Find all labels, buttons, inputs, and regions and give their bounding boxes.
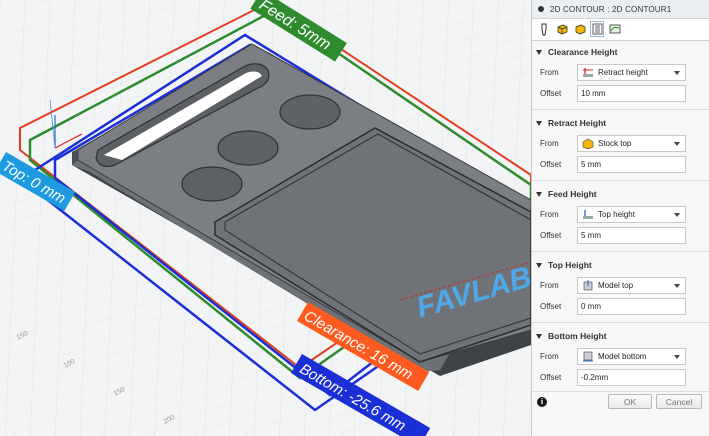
chevron-down-icon <box>674 71 680 75</box>
bottom-from-dropdown[interactable]: Model bottom <box>577 348 686 365</box>
clearance-offset-label: Offset <box>540 89 562 98</box>
top-offset-label: Offset <box>540 302 562 311</box>
tool-tab-icon[interactable] <box>537 21 551 37</box>
top-from-dropdown[interactable]: Model top <box>577 277 686 294</box>
dialog-title-bar[interactable]: 2D CONTOUR : 2D CONTOUR1 <box>532 0 709 19</box>
clearance-from-label: From <box>540 68 559 77</box>
clearance-from-dropdown[interactable]: Retract height <box>577 64 686 81</box>
clearance-height-header[interactable]: Clearance Height <box>536 45 617 59</box>
ok-button[interactable]: OK <box>608 394 652 409</box>
top-from-label: From <box>540 281 559 290</box>
info-icon[interactable]: i <box>537 397 547 407</box>
dialog-title: 2D CONTOUR : 2D CONTOUR1 <box>550 4 672 14</box>
linking-tab-icon[interactable] <box>608 21 622 37</box>
retract-height-icon <box>583 68 593 77</box>
bottom-offset-label: Offset <box>540 373 562 382</box>
divider <box>532 322 709 323</box>
stock-top-icon <box>582 138 594 149</box>
dialog-tab-strip <box>532 19 709 41</box>
model-top-icon <box>583 280 593 291</box>
feed-from-dropdown[interactable]: Top height <box>577 206 686 223</box>
collapse-dot-icon[interactable] <box>538 6 544 12</box>
collapse-triangle-icon <box>536 49 542 55</box>
top-height-icon <box>583 210 593 219</box>
dialog-footer: i OK Cancel <box>532 393 709 411</box>
retract-offset-label: Offset <box>540 160 562 169</box>
passes-tab-icon[interactable] <box>590 21 604 37</box>
top-offset-field[interactable]: 0 mm <box>577 298 686 315</box>
retract-offset-field[interactable]: 5 mm <box>577 156 686 173</box>
cancel-button[interactable]: Cancel <box>656 394 702 409</box>
retract-height-header[interactable]: Retract Height <box>536 116 606 130</box>
feed-offset-field[interactable]: 5 mm <box>577 227 686 244</box>
collapse-triangle-icon <box>536 262 542 268</box>
bottom-height-header[interactable]: Bottom Height <box>536 329 607 343</box>
divider <box>532 251 709 252</box>
retract-from-label: From <box>540 139 559 148</box>
collapse-triangle-icon <box>536 191 542 197</box>
bottom-offset-field[interactable]: -0.2mm <box>577 369 686 386</box>
geometry-tab-icon[interactable] <box>555 21 569 37</box>
divider <box>532 180 709 181</box>
collapse-triangle-icon <box>536 333 542 339</box>
chevron-down-icon <box>674 355 680 359</box>
feed-height-header[interactable]: Feed Height <box>536 187 597 201</box>
retract-from-dropdown[interactable]: Stock top <box>577 135 686 152</box>
heights-tab-icon[interactable] <box>573 21 587 37</box>
feed-offset-label: Offset <box>540 231 562 240</box>
viewport-scene: FAVLAB 150 100 150 200 Feed: 5mm Top: 0 … <box>0 0 531 436</box>
chevron-down-icon <box>674 284 680 288</box>
contour-dialog: 2D CONTOUR : 2D CONTOUR1 Clearance Heigh… <box>531 0 709 436</box>
chevron-down-icon <box>674 213 680 217</box>
chevron-down-icon <box>674 142 680 146</box>
bottom-from-label: From <box>540 352 559 361</box>
feed-from-label: From <box>540 210 559 219</box>
top-height-header[interactable]: Top Height <box>536 258 592 272</box>
model-bottom-icon <box>583 351 593 362</box>
clearance-offset-field[interactable]: 10 mm <box>577 85 686 102</box>
divider <box>532 109 709 110</box>
divider <box>532 391 709 392</box>
collapse-triangle-icon <box>536 120 542 126</box>
canvas-viewport[interactable]: FAVLAB 150 100 150 200 Feed: 5mm Top: 0 … <box>0 0 531 436</box>
